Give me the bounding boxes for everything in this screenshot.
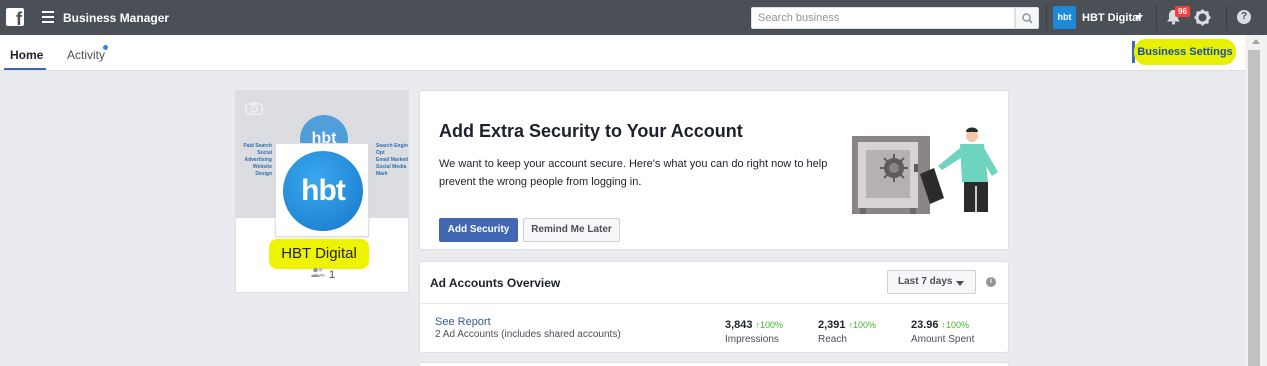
cover-services-left: Paid Search Social Advertising Website Des…: [243, 143, 272, 177]
account-name[interactable]: HBT Digital: [1082, 12, 1141, 24]
info-icon[interactable]: i: [986, 277, 996, 287]
metric-label: Amount Spent: [911, 334, 975, 345]
ad-accounts-header: Ad Accounts Overview Last 7 days i: [420, 262, 1008, 304]
chevron-down-icon[interactable]: [956, 281, 964, 286]
facebook-logo-icon[interactable]: f: [6, 8, 24, 29]
security-card: Add Extra Security to Your Account We wa…: [419, 90, 1009, 250]
ad-accounts-title: Ad Accounts Overview: [430, 276, 561, 290]
business-profile-card: hbt Paid Search Social Advertising Website…: [235, 90, 409, 293]
business-name[interactable]: HBT Digital: [269, 245, 369, 262]
see-report-link[interactable]: See Report: [435, 316, 491, 328]
metric-label: Impressions: [725, 334, 779, 345]
sub-navigation: Home Activity: [0, 35, 1245, 71]
member-count: 1: [329, 269, 336, 281]
metric-value: 23.96: [911, 319, 939, 331]
divider: [1226, 5, 1227, 30]
safe-illustration-icon: [852, 127, 998, 214]
active-tab-indicator: [4, 68, 46, 70]
app-title[interactable]: Business Manager: [63, 11, 169, 25]
account-dropdown-caret-icon[interactable]: [1135, 15, 1143, 20]
remind-me-later-button[interactable]: Remind Me Later: [523, 218, 620, 242]
business-settings-button[interactable]: Business Settings: [1134, 39, 1236, 65]
metric-reach: 2,391 ↑100% Reach: [818, 315, 876, 345]
divider: [1156, 5, 1157, 30]
business-logo: hbt: [283, 151, 363, 231]
metric-change: ↑100%: [848, 320, 877, 330]
security-title: Add Extra Security to Your Account: [439, 121, 743, 141]
metric-impressions: 3,843 ↑100% Impressions: [725, 315, 783, 345]
cover-services-right: Search Engine Opt Email Marketi Social Med…: [376, 143, 408, 177]
metric-change: ↑100%: [941, 320, 970, 330]
camera-icon[interactable]: [245, 101, 263, 115]
facebook-logo-letter: f: [16, 9, 22, 29]
tab-activity[interactable]: Activity: [67, 48, 105, 62]
metric-value: 3,843: [725, 319, 753, 331]
activity-unread-dot: [103, 45, 108, 50]
search-icon: [1022, 13, 1033, 24]
search-input[interactable]: [752, 8, 1014, 28]
metric-amount-spent: 23.96 ↑100% Amount Spent: [911, 315, 974, 345]
divider: [1046, 5, 1047, 30]
hamburger-menu-icon[interactable]: [42, 11, 54, 23]
search-button[interactable]: [1015, 7, 1039, 29]
help-icon[interactable]: ?: [1237, 10, 1251, 24]
top-bar: f Business Manager hbt HBT Digital 96 ?: [0, 0, 1267, 35]
ad-accounts-card: Ad Accounts Overview Last 7 days i See R…: [419, 261, 1009, 353]
people-icon: [311, 267, 325, 277]
search-field[interactable]: [751, 7, 1015, 29]
settings-gear-icon[interactable]: [1194, 9, 1211, 26]
scrollbar-thumb[interactable]: [1248, 50, 1260, 366]
notification-count-badge: 96: [1175, 6, 1190, 17]
scroll-up-arrow-icon[interactable]: [1252, 39, 1260, 44]
account-avatar[interactable]: hbt: [1053, 6, 1076, 29]
metric-label: Reach: [818, 334, 847, 345]
ad-accounts-count: 2 Ad Accounts (includes shared accounts): [435, 329, 621, 340]
profile-picture[interactable]: hbt: [275, 143, 369, 237]
security-description: We want to keep your account secure. Her…: [439, 158, 828, 188]
metric-value: 2,391: [818, 319, 846, 331]
metric-change: ↑100%: [755, 320, 784, 330]
add-security-button[interactable]: Add Security: [439, 218, 518, 242]
tab-home[interactable]: Home: [10, 48, 43, 62]
next-card: [419, 362, 1009, 366]
